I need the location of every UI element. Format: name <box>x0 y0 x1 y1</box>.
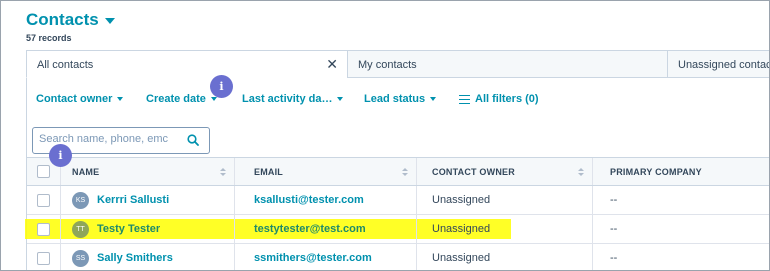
company-cell[interactable]: -- <box>593 244 769 270</box>
info-badge[interactable]: i <box>210 75 233 98</box>
chevron-down-icon <box>210 97 217 101</box>
contacts-table: NAME EMAIL CONTACT OWNER PRIMARY COMPANY <box>27 157 769 270</box>
filter-bar: Contact owner Create date Last activity … <box>26 78 769 120</box>
avatar: KS <box>72 191 89 209</box>
table-row: SS Sally Smithers ssmithers@tester.com U… <box>27 244 769 270</box>
row-select-cell <box>27 215 61 243</box>
company-value: -- <box>610 252 618 264</box>
column-label: EMAIL <box>254 166 283 177</box>
avatar: SS <box>72 249 89 267</box>
email-cell: testytester@test.com <box>235 215 417 243</box>
table-row: KS Kerrri Sallusti ksallusti@tester.com … <box>27 186 769 215</box>
select-all-checkbox[interactable] <box>37 165 50 178</box>
record-count: 57 records <box>26 33 72 43</box>
filter-label: All filters (0) <box>475 93 539 105</box>
row-checkbox[interactable] <box>37 193 50 207</box>
column-label: CONTACT OWNER <box>432 166 515 177</box>
contact-name-link[interactable]: Kerrri Sallusti <box>97 194 169 206</box>
filter-icon <box>459 94 470 104</box>
chevron-down-icon <box>104 18 115 24</box>
row-select-cell <box>27 186 61 214</box>
close-icon[interactable]: ✕ <box>326 57 338 71</box>
email-cell: ssmithers@tester.com <box>235 244 417 270</box>
filter-label: Create date <box>146 93 206 105</box>
contacts-window: Contacts 57 records All contacts ✕ My co… <box>0 0 770 271</box>
chevron-down-icon <box>430 97 437 101</box>
sort-icon[interactable] <box>402 168 408 178</box>
lead-status-filter[interactable]: Lead status <box>364 93 459 105</box>
email-link[interactable]: ksallusti@tester.com <box>254 194 364 206</box>
filter-label: Contact owner <box>36 93 113 105</box>
tab-label: My contacts <box>358 59 417 71</box>
page-title-dropdown[interactable]: Contacts <box>26 10 115 30</box>
filter-label: Last activity da… <box>242 93 333 105</box>
table-header-row: NAME EMAIL CONTACT OWNER PRIMARY COMPANY <box>27 157 769 186</box>
company-value: -- <box>610 194 618 206</box>
search-icon[interactable] <box>187 134 199 146</box>
page-title: Contacts <box>26 10 99 29</box>
avatar: TT <box>72 220 89 238</box>
tab-unassigned-contacts[interactable]: Unassigned contacts <box>667 50 770 78</box>
column-label: PRIMARY COMPANY <box>610 166 702 177</box>
row-select-cell <box>27 244 61 270</box>
all-filters-button[interactable]: All filters (0) <box>459 93 539 105</box>
filter-label: Lead status <box>364 93 426 105</box>
owner-value: Unassigned <box>432 194 491 206</box>
contact-name-link[interactable]: Testy Tester <box>97 223 160 235</box>
tab-label: All contacts <box>37 59 94 71</box>
info-badge[interactable]: i <box>49 144 72 167</box>
column-header-name[interactable]: NAME <box>61 158 235 185</box>
owner-cell[interactable]: Unassigned <box>417 186 593 214</box>
sort-icon[interactable] <box>578 168 584 178</box>
row-checkbox[interactable] <box>37 251 50 265</box>
tab-label: Unassigned contacts <box>678 59 770 71</box>
name-cell: SS Sally Smithers <box>61 244 235 270</box>
chevron-down-icon <box>117 97 124 101</box>
name-cell: TT Testy Tester <box>61 215 235 243</box>
company-cell[interactable]: -- <box>593 215 769 243</box>
contact-name-link[interactable]: Sally Smithers <box>97 252 173 264</box>
sort-icon[interactable] <box>220 168 226 178</box>
column-header-email[interactable]: EMAIL <box>235 158 417 185</box>
owner-cell[interactable]: Unassigned <box>417 244 593 270</box>
column-header-primary-company[interactable]: PRIMARY COMPANY <box>593 158 769 185</box>
owner-value: Unassigned <box>432 252 491 264</box>
tab-all-contacts[interactable]: All contacts ✕ <box>26 50 347 78</box>
company-cell[interactable]: -- <box>593 186 769 214</box>
name-cell: KS Kerrri Sallusti <box>61 186 235 214</box>
email-cell: ksallusti@tester.com <box>235 186 417 214</box>
column-label: NAME <box>72 166 100 177</box>
email-link[interactable]: ssmithers@tester.com <box>254 252 372 264</box>
company-value: -- <box>610 223 618 235</box>
owner-cell[interactable]: Unassigned <box>417 215 593 243</box>
page-header: Contacts 57 records <box>26 10 115 43</box>
row-checkbox[interactable] <box>37 222 50 236</box>
owner-value: Unassigned <box>432 223 491 235</box>
view-tabs: All contacts ✕ My contacts Unassigned co… <box>26 50 770 78</box>
email-link[interactable]: testytester@test.com <box>254 223 366 235</box>
table-row: TT Testy Tester testytester@test.com Una… <box>27 215 769 244</box>
column-header-contact-owner[interactable]: CONTACT OWNER <box>417 158 593 185</box>
last-activity-filter[interactable]: Last activity da… <box>242 93 364 105</box>
contact-owner-filter[interactable]: Contact owner <box>36 93 146 105</box>
chevron-down-icon <box>337 97 344 101</box>
tab-my-contacts[interactable]: My contacts <box>347 50 667 78</box>
contacts-table-area: NAME EMAIL CONTACT OWNER PRIMARY COMPANY <box>26 120 769 270</box>
